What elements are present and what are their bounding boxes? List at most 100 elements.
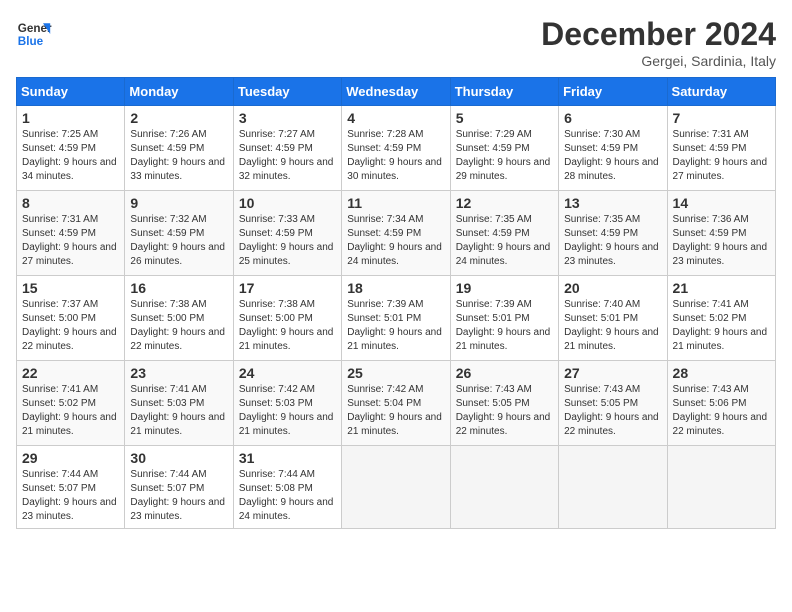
day-info: Sunrise: 7:43 AMSunset: 5:06 PMDaylight:… (673, 383, 770, 439)
logo-icon: General Blue (16, 16, 52, 52)
calendar-cell: 15Sunrise: 7:37 AMSunset: 5:00 PMDayligh… (17, 276, 125, 361)
calendar-cell: 20 Sunrise: 7:40 AMSunset: 5:01 PMDayligh… (559, 276, 667, 361)
day-number: 18 (347, 280, 444, 296)
day-number: 21 (673, 280, 770, 296)
day-info: Sunrise: 7:39 AMSunset: 5:01 PMDaylight:… (347, 298, 444, 354)
column-header-friday: Friday (559, 78, 667, 106)
day-info: Sunrise: 7:44 AMSunset: 5:08 PMDaylight:… (239, 468, 336, 524)
calendar-cell: 28 Sunrise: 7:43 AMSunset: 5:06 PMDayligh… (667, 361, 775, 446)
day-info: Sunrise: 7:44 AMSunset: 5:07 PMDaylight:… (130, 468, 227, 524)
day-number: 26 (456, 365, 553, 381)
day-info: Sunrise: 7:34 AMSunset: 4:59 PMDaylight:… (347, 213, 444, 269)
calendar-cell: 24 Sunrise: 7:42 AMSunset: 5:03 PMDayligh… (233, 361, 341, 446)
day-number: 11 (347, 195, 444, 211)
day-info: Sunrise: 7:33 AMSunset: 4:59 PMDaylight:… (239, 213, 336, 269)
day-number: 2 (130, 110, 227, 126)
day-number: 30 (130, 450, 227, 466)
day-number: 25 (347, 365, 444, 381)
column-header-saturday: Saturday (667, 78, 775, 106)
day-number: 5 (456, 110, 553, 126)
calendar-cell: 26 Sunrise: 7:43 AMSunset: 5:05 PMDayligh… (450, 361, 558, 446)
calendar-cell: 14 Sunrise: 7:36 AMSunset: 4:59 PMDayligh… (667, 191, 775, 276)
calendar-cell: 3 Sunrise: 7:27 AMSunset: 4:59 PMDaylight… (233, 106, 341, 191)
day-info: Sunrise: 7:41 AMSunset: 5:02 PMDaylight:… (22, 383, 119, 439)
day-number: 15 (22, 280, 119, 296)
day-info: Sunrise: 7:29 AMSunset: 4:59 PMDaylight:… (456, 128, 553, 184)
day-info: Sunrise: 7:36 AMSunset: 4:59 PMDaylight:… (673, 213, 770, 269)
day-info: Sunrise: 7:43 AMSunset: 5:05 PMDaylight:… (456, 383, 553, 439)
calendar-week-row: 22 Sunrise: 7:41 AMSunset: 5:02 PMDayligh… (17, 361, 776, 446)
day-number: 3 (239, 110, 336, 126)
month-title: December 2024 (541, 16, 776, 53)
calendar-cell: 22 Sunrise: 7:41 AMSunset: 5:02 PMDayligh… (17, 361, 125, 446)
calendar-cell: 25 Sunrise: 7:42 AMSunset: 5:04 PMDayligh… (342, 361, 450, 446)
day-info: Sunrise: 7:28 AMSunset: 4:59 PMDaylight:… (347, 128, 444, 184)
calendar-cell: 8 Sunrise: 7:31 AMSunset: 4:59 PMDaylight… (17, 191, 125, 276)
calendar-cell (342, 446, 450, 529)
day-info: Sunrise: 7:38 AMSunset: 5:00 PMDaylight:… (130, 298, 227, 354)
calendar-cell: 27Sunrise: 7:43 AMSunset: 5:05 PMDayligh… (559, 361, 667, 446)
column-header-monday: Monday (125, 78, 233, 106)
day-info: Sunrise: 7:31 AMSunset: 4:59 PMDaylight:… (673, 128, 770, 184)
calendar-cell: 5 Sunrise: 7:29 AMSunset: 4:59 PMDaylight… (450, 106, 558, 191)
calendar-week-row: 1 Sunrise: 7:25 AMSunset: 4:59 PMDaylight… (17, 106, 776, 191)
day-info: Sunrise: 7:30 AMSunset: 4:59 PMDaylight:… (564, 128, 661, 184)
day-number: 28 (673, 365, 770, 381)
day-info: Sunrise: 7:44 AMSunset: 5:07 PMDaylight:… (22, 468, 119, 524)
day-number: 19 (456, 280, 553, 296)
day-info: Sunrise: 7:39 AMSunset: 5:01 PMDaylight:… (456, 298, 553, 354)
day-number: 23 (130, 365, 227, 381)
day-number: 1 (22, 110, 119, 126)
svg-text:Blue: Blue (18, 35, 44, 48)
day-number: 14 (673, 195, 770, 211)
calendar-cell: 18 Sunrise: 7:39 AMSunset: 5:01 PMDayligh… (342, 276, 450, 361)
day-number: 12 (456, 195, 553, 211)
day-number: 22 (22, 365, 119, 381)
calendar-cell: 6 Sunrise: 7:30 AMSunset: 4:59 PMDaylight… (559, 106, 667, 191)
day-number: 7 (673, 110, 770, 126)
calendar-cell: 9 Sunrise: 7:32 AMSunset: 4:59 PMDaylight… (125, 191, 233, 276)
column-header-wednesday: Wednesday (342, 78, 450, 106)
calendar-cell: 30 Sunrise: 7:44 AMSunset: 5:07 PMDayligh… (125, 446, 233, 529)
calendar-week-row: 29 Sunrise: 7:44 AMSunset: 5:07 PMDayligh… (17, 446, 776, 529)
calendar-cell: 11 Sunrise: 7:34 AMSunset: 4:59 PMDayligh… (342, 191, 450, 276)
day-info: Sunrise: 7:32 AMSunset: 4:59 PMDaylight:… (130, 213, 227, 269)
day-info: Sunrise: 7:41 AMSunset: 5:02 PMDaylight:… (673, 298, 770, 354)
calendar-cell: 16 Sunrise: 7:38 AMSunset: 5:00 PMDayligh… (125, 276, 233, 361)
day-number: 10 (239, 195, 336, 211)
calendar-table: SundayMondayTuesdayWednesdayThursdayFrid… (16, 77, 776, 529)
day-number: 29 (22, 450, 119, 466)
calendar-cell (559, 446, 667, 529)
column-header-tuesday: Tuesday (233, 78, 341, 106)
day-number: 31 (239, 450, 336, 466)
calendar-week-row: 15Sunrise: 7:37 AMSunset: 5:00 PMDayligh… (17, 276, 776, 361)
day-info: Sunrise: 7:27 AMSunset: 4:59 PMDaylight:… (239, 128, 336, 184)
calendar-cell: 17Sunrise: 7:38 AMSunset: 5:00 PMDayligh… (233, 276, 341, 361)
calendar-cell: 23Sunrise: 7:41 AMSunset: 5:03 PMDayligh… (125, 361, 233, 446)
calendar-cell: 13 Sunrise: 7:35 AMSunset: 4:59 PMDayligh… (559, 191, 667, 276)
day-number: 9 (130, 195, 227, 211)
day-info: Sunrise: 7:31 AMSunset: 4:59 PMDaylight:… (22, 213, 119, 269)
day-info: Sunrise: 7:42 AMSunset: 5:03 PMDaylight:… (239, 383, 336, 439)
day-number: 8 (22, 195, 119, 211)
day-number: 6 (564, 110, 661, 126)
calendar-cell: 19 Sunrise: 7:39 AMSunset: 5:01 PMDayligh… (450, 276, 558, 361)
day-number: 20 (564, 280, 661, 296)
calendar-cell (667, 446, 775, 529)
day-info: Sunrise: 7:26 AMSunset: 4:59 PMDaylight:… (130, 128, 227, 184)
day-number: 4 (347, 110, 444, 126)
calendar-cell: 12Sunrise: 7:35 AMSunset: 4:59 PMDayligh… (450, 191, 558, 276)
calendar-cell: 2 Sunrise: 7:26 AMSunset: 4:59 PMDaylight… (125, 106, 233, 191)
day-info: Sunrise: 7:40 AMSunset: 5:01 PMDaylight:… (564, 298, 661, 354)
logo: General Blue (16, 16, 52, 52)
calendar-cell (450, 446, 558, 529)
day-number: 13 (564, 195, 661, 211)
calendar-cell: 31 Sunrise: 7:44 AMSunset: 5:08 PMDayligh… (233, 446, 341, 529)
day-number: 16 (130, 280, 227, 296)
day-info: Sunrise: 7:35 AMSunset: 4:59 PMDaylight:… (564, 213, 661, 269)
day-number: 24 (239, 365, 336, 381)
calendar-cell: 21 Sunrise: 7:41 AMSunset: 5:02 PMDayligh… (667, 276, 775, 361)
day-info: Sunrise: 7:25 AMSunset: 4:59 PMDaylight:… (22, 128, 119, 184)
day-info: Sunrise: 7:42 AMSunset: 5:04 PMDaylight:… (347, 383, 444, 439)
location-subtitle: Gergei, Sardinia, Italy (541, 53, 776, 69)
